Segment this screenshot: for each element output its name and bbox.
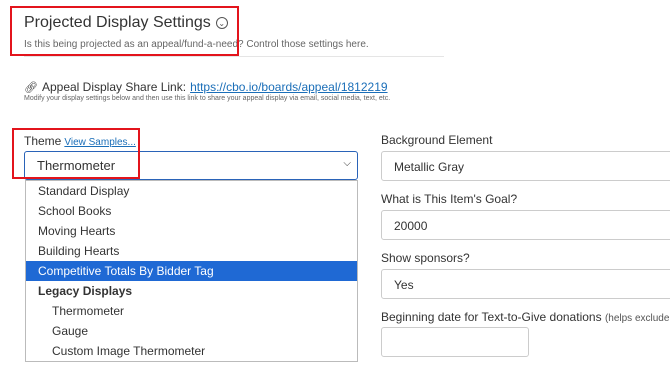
highlight-box-theme: [12, 128, 140, 179]
text-to-give-date-label: Beginning date for Text-to-Give donation…: [381, 310, 670, 324]
dropdown-option[interactable]: School Books: [26, 201, 357, 221]
background-element-value: Metallic Gray: [394, 160, 465, 174]
share-link-row: 🔗︎ Appeal Display Share Link: https://cb…: [24, 80, 388, 94]
highlight-box-header: [10, 6, 239, 56]
text-to-give-date-label-text: Beginning date for Text-to-Give donation…: [381, 310, 602, 324]
show-sponsors-select[interactable]: Yes: [381, 269, 670, 299]
theme-dropdown-list[interactable]: Standard Display School Books Moving Hea…: [25, 180, 358, 362]
goal-input[interactable]: 20000: [381, 210, 670, 240]
dropdown-option[interactable]: Custom Image Thermometer: [26, 341, 357, 361]
share-link-label: Appeal Display Share Link:: [41, 80, 187, 94]
background-element-label: Background Element: [381, 133, 493, 147]
share-link-url[interactable]: https://cbo.io/boards/appeal/1812219: [190, 80, 387, 94]
show-sponsors-value: Yes: [394, 278, 414, 292]
dropdown-option[interactable]: Standard Display: [26, 181, 357, 201]
divider: [24, 56, 444, 57]
dropdown-option[interactable]: Thermometer: [26, 301, 357, 321]
show-sponsors-label: Show sponsors?: [381, 251, 470, 265]
goal-label: What is This Item's Goal?: [381, 192, 518, 206]
dropdown-option[interactable]: Gauge: [26, 321, 357, 341]
dropdown-option[interactable]: Building Hearts: [26, 241, 357, 261]
background-element-select[interactable]: Metallic Gray: [381, 151, 670, 181]
goal-value: 20000: [394, 219, 428, 233]
text-to-give-date-input[interactable]: [381, 327, 529, 357]
share-note: Modify your display settings below and t…: [24, 95, 391, 102]
dropdown-option[interactable]: Moving Hearts: [26, 221, 357, 241]
dropdown-option-highlighted[interactable]: Competitive Totals By Bidder Tag: [26, 261, 357, 281]
dropdown-group-label: Legacy Displays: [38, 284, 133, 298]
link-icon: 🔗︎: [24, 81, 38, 94]
chevron-down-icon: ⌵: [343, 158, 351, 169]
text-to-give-date-hint: (helps exclude older: [604, 313, 670, 324]
